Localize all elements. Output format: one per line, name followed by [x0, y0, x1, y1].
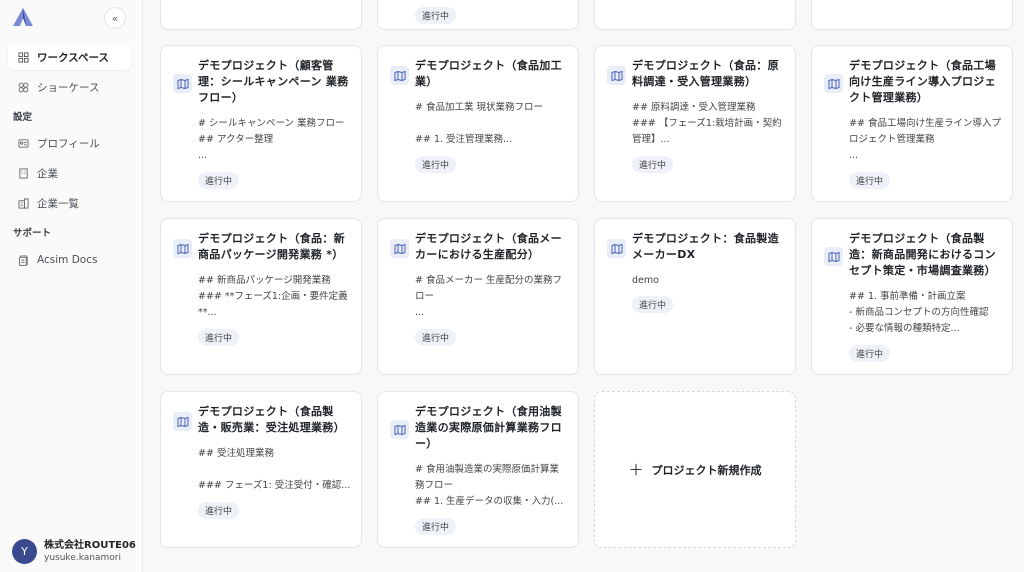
project-card[interactable]: デモプロジェクト（食品工場向け生産ライン導入プロジェクト管理業務） ## 食品工…: [811, 45, 1013, 202]
nav-item-workspace[interactable]: ワークスペース: [8, 44, 131, 70]
card-description: ## 受注処理業務 ### フェーズ1: 受注受付・確認...: [198, 448, 351, 491]
map-icon: [390, 420, 409, 439]
project-card[interactable]: デモプロジェクト（食品製造・販売業：受注処理業務） ## 受注処理業務 ### …: [160, 391, 362, 548]
status-badge: 進行中: [849, 172, 891, 189]
map-icon: [607, 239, 626, 258]
document-icon: [18, 254, 28, 266]
building-icon: [19, 167, 28, 179]
nav-item-label: Acsim Docs: [37, 254, 98, 266]
nav-item-label: 企業: [37, 167, 58, 180]
card-title: デモプロジェクト（食品製造：新商品開発におけるコンセプト策定・市場調査業務）: [849, 232, 996, 277]
user-profile[interactable]: Y 株式会社ROUTE06 yusuke.kanamori: [12, 539, 136, 564]
project-card[interactable]: デモプロジェクト（食品加工業） # 食品加工業 現状業務フロー ## 1. 受注…: [377, 45, 579, 202]
status-badge: 進行中: [415, 329, 457, 346]
status-badge: 進行中: [415, 518, 457, 535]
nav-item-company[interactable]: 企業: [8, 160, 131, 186]
map-icon: [390, 66, 409, 85]
card-title: デモプロジェクト（食品メーカーにおける生産配分）: [415, 232, 562, 261]
status-badge: 進行中: [198, 172, 240, 189]
card-title: デモプロジェクト（食品：新商品パッケージ開発業務 *）: [198, 232, 345, 261]
card-title: デモプロジェクト（食用油製造業の実際原価計算業務フロー）: [415, 405, 562, 450]
card-title: デモプロジェクト（食品工場向け生産ライン導入プロジェクト管理業務）: [849, 59, 996, 104]
status-badge: 進行中: [415, 7, 457, 24]
card-title: デモプロジェクト（食品加工業）: [415, 59, 562, 88]
map-icon: [173, 412, 192, 431]
card-description: demo: [632, 275, 659, 286]
status-badge: 進行中: [849, 345, 891, 362]
project-card[interactable]: デモプロジェクト（食品：新商品パッケージ開発業務 *） ## 新商品パッケージ開…: [160, 218, 362, 375]
nav-item-label: プロフィール: [37, 137, 100, 150]
status-badge: 進行中: [632, 156, 674, 173]
project-card[interactable]: デモプロジェクト：食品製造メーカーDX demo 進行中: [594, 218, 796, 375]
project-card-partial[interactable]: [160, 0, 362, 30]
nav-item-acsim-docs[interactable]: Acsim Docs: [8, 247, 131, 273]
map-icon: [173, 239, 192, 258]
building-list-icon: [18, 197, 29, 209]
id-card-icon: [18, 138, 29, 148]
project-card-partial[interactable]: [811, 0, 1013, 30]
avatar: Y: [12, 539, 37, 564]
card-title: デモプロジェクト（顧客管理：シールキャンペーン 業務フロー）: [198, 59, 349, 104]
card-description: # 食用油製造業の実際原価計算業務フロー ## 1. 生産データの収集・入力(.…: [415, 464, 564, 507]
card-description: ## 1. 事前準備・計画立案 - 新商品コンセプトの方向性確認 - 必要な情報…: [849, 291, 989, 334]
nav-item-label: ショーケース: [37, 81, 100, 94]
user-id: yusuke.kanamori: [44, 553, 121, 563]
nav-item-company-list[interactable]: 企業一覧: [8, 190, 131, 216]
plus-icon: ＋: [628, 461, 644, 479]
project-card[interactable]: デモプロジェクト（食品メーカーにおける生産配分） # 食品メーカー 生産配分の業…: [377, 218, 579, 375]
map-icon: [824, 247, 843, 266]
card-description: ## 食品工場向け生産ライン導入プロジェクト管理業務 ...: [849, 118, 1001, 161]
project-card[interactable]: デモプロジェクト（食品：原料調達・受入管理業務） ## 原料調達・受入管理業務 …: [594, 45, 796, 202]
pattern-icon: [18, 82, 29, 92]
card-title: デモプロジェクト：食品製造メーカーDX: [632, 232, 779, 261]
map-icon: [390, 239, 409, 258]
status-badge: 進行中: [198, 329, 240, 346]
user-company: 株式会社ROUTE06: [44, 540, 136, 551]
new-project-label: プロジェクト新規作成: [651, 463, 762, 477]
nav-item-profile[interactable]: プロフィール: [8, 130, 131, 156]
map-icon: [607, 66, 626, 85]
nav-item-label: ワークスペース: [37, 51, 109, 64]
card-description: # 食品加工業 現状業務フロー ## 1. 受注管理業務...: [415, 102, 543, 145]
status-badge: 進行中: [415, 156, 457, 173]
project-card[interactable]: デモプロジェクト（顧客管理：シールキャンペーン 業務フロー） # シールキャンペ…: [160, 45, 362, 202]
double-chevron-left-icon: «: [111, 11, 119, 25]
nav-item-showcase[interactable]: ショーケース: [8, 74, 131, 100]
card-title: デモプロジェクト（食品製造・販売業：受注処理業務）: [198, 405, 345, 434]
collapse-sidebar-button[interactable]: «: [104, 7, 126, 29]
app-logo-icon[interactable]: [12, 7, 34, 27]
card-description: ## 原料調達・受入管理業務 ### 【フェーズ1:栽培計画・契約管理】...: [632, 102, 782, 145]
status-badge: 進行中: [632, 296, 674, 313]
project-card[interactable]: デモプロジェクト（食品製造：新商品開発におけるコンセプト策定・市場調査業務） #…: [811, 218, 1013, 375]
card-title: デモプロジェクト（食品：原料調達・受入管理業務）: [632, 59, 779, 88]
support-section-label: サポート: [13, 228, 52, 239]
map-icon: [173, 74, 192, 93]
sidebar: « ワークスペース ショーケース 設定 プロフィール 企業 企業一覧 サポート …: [0, 0, 143, 572]
card-description: # シールキャンペーン 業務フロー ## アクター整理 ...: [198, 118, 345, 161]
grid-icon: [18, 51, 29, 63]
project-card-partial[interactable]: 進行中: [377, 0, 579, 30]
project-card-partial[interactable]: [594, 0, 796, 30]
project-card[interactable]: デモプロジェクト（食用油製造業の実際原価計算業務フロー） # 食用油製造業の実際…: [377, 391, 579, 548]
card-description: # 食品メーカー 生産配分の業務フロー ...: [415, 275, 562, 318]
card-description: ## 新商品パッケージ開発業務 ### **フェーズ1:企画・要件定義**...: [198, 275, 348, 318]
nav-item-label: 企業一覧: [37, 197, 79, 210]
settings-section-label: 設定: [13, 112, 33, 123]
map-icon: [824, 74, 843, 93]
status-badge: 進行中: [198, 502, 240, 519]
new-project-button[interactable]: ＋ プロジェクト新規作成: [594, 391, 796, 548]
